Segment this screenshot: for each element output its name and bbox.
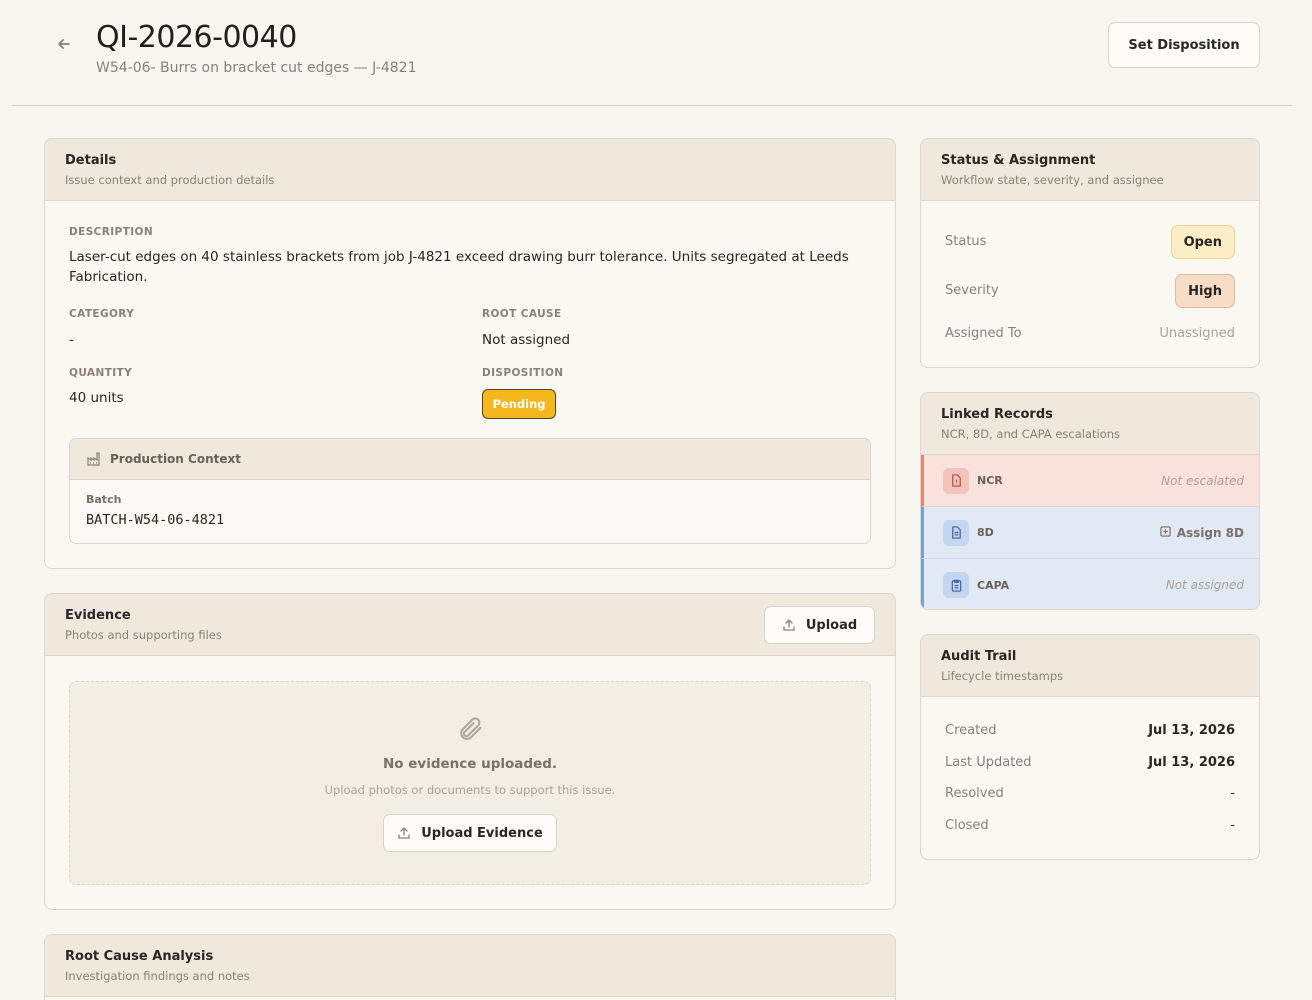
assign-8d-button[interactable]: Assign 8D xyxy=(1160,526,1244,540)
linked-records-title: Linked Records xyxy=(941,407,1053,422)
assign-8d-label: Assign 8D xyxy=(1176,525,1244,540)
page-subtitle: W54-06- Burrs on bracket cut edges — J-4… xyxy=(96,60,417,76)
production-context-title: Production Context xyxy=(110,452,241,466)
upload-evidence-button[interactable]: Upload Evidence xyxy=(383,814,557,852)
linked-record-capa[interactable]: CAPA Not assigned xyxy=(921,559,1259,609)
assigned-to-value: Unassigned xyxy=(1159,326,1235,341)
linked-record-8d[interactable]: 8D Assign 8D xyxy=(921,507,1259,559)
created-label: Created xyxy=(945,723,997,738)
description-text: Laser-cut edges on 40 stainless brackets… xyxy=(69,249,849,285)
ncr-label: NCR xyxy=(977,474,1003,487)
root-cause-analysis-title: Root Cause Analysis xyxy=(65,949,214,964)
production-context-header: Production Context xyxy=(70,439,870,480)
back-arrow-icon[interactable] xyxy=(54,34,74,54)
details-card: Details Issue context and production det… xyxy=(44,138,896,569)
no-evidence-title: No evidence uploaded. xyxy=(382,756,558,772)
page-header: QI-2026-0040 W54-06- Burrs on bracket cu… xyxy=(0,0,1312,106)
created-value: Jul 13, 2026 xyxy=(1148,723,1235,738)
batch-value: BATCH-W54-06-4821 xyxy=(86,512,225,528)
batch-label: Batch xyxy=(86,493,122,506)
clipboard-icon xyxy=(943,572,969,598)
upload-button[interactable]: Upload xyxy=(764,606,875,644)
status-assignment-title: Status & Assignment xyxy=(941,153,1096,168)
category-label: Category xyxy=(69,308,135,320)
linked-record-ncr[interactable]: NCR Not escalated xyxy=(921,455,1259,507)
linked-records-header: Linked Records NCR, 8D, and CAPA escalat… xyxy=(921,393,1259,455)
set-disposition-button[interactable]: Set Disposition xyxy=(1108,22,1260,68)
upload-icon xyxy=(782,618,796,632)
root-cause-label: Root Cause xyxy=(482,308,562,320)
root-cause-analysis-subtitle: Investigation findings and notes xyxy=(65,969,250,983)
evidence-card-header: Evidence Photos and supporting files Upl… xyxy=(45,594,895,656)
capa-label: CAPA xyxy=(977,578,1010,592)
root-cause-value: Not assigned xyxy=(482,332,571,348)
audit-trail-header: Audit Trail Lifecycle timestamps xyxy=(921,635,1259,697)
production-context-panel: Production Context Batch BATCH-W54-06-48… xyxy=(69,438,871,544)
disposition-status-badge: Pending xyxy=(482,389,556,419)
details-title: Details xyxy=(65,153,117,168)
last-updated-value: Jul 13, 2026 xyxy=(1148,755,1235,770)
evidence-card: Evidence Photos and supporting files Upl… xyxy=(44,593,896,910)
assigned-to-label: Assigned To xyxy=(945,326,1022,341)
severity-label: Severity xyxy=(945,283,999,298)
resolved-label: Resolved xyxy=(945,786,1004,801)
upload-button-label: Upload xyxy=(805,617,858,633)
status-assignment-subtitle: Workflow state, severity, and assignee xyxy=(941,173,1164,187)
audit-trail-subtitle: Lifecycle timestamps xyxy=(941,669,1064,683)
plus-square-icon xyxy=(1160,525,1171,540)
details-subtitle: Issue context and production details xyxy=(65,173,275,187)
category-value: - xyxy=(69,332,74,348)
evidence-dropzone[interactable]: No evidence uploaded. Upload photos or d… xyxy=(69,681,871,885)
document-warning-icon xyxy=(943,467,969,494)
severity-badge: High xyxy=(1175,274,1235,308)
page-title: QI-2026-0040 xyxy=(96,20,297,55)
factory-icon xyxy=(87,452,101,466)
linked-records-card: Linked Records NCR, 8D, and CAPA escalat… xyxy=(920,392,1260,610)
capa-state: Not assigned xyxy=(1165,578,1244,592)
closed-label: Closed xyxy=(945,818,989,833)
8d-label: 8D xyxy=(977,526,994,539)
header-divider xyxy=(12,105,1292,106)
audit-trail-title: Audit Trail xyxy=(941,649,1017,664)
status-assignment-header: Status & Assignment Workflow state, seve… xyxy=(921,139,1259,201)
paperclip-icon xyxy=(456,714,484,744)
audit-trail-card: Audit Trail Lifecycle timestamps Created… xyxy=(920,634,1260,860)
ncr-state: Not escalated xyxy=(1161,473,1244,488)
evidence-subtitle: Photos and supporting files xyxy=(65,628,222,642)
document-icon xyxy=(943,519,969,546)
details-card-header: Details Issue context and production det… xyxy=(45,139,895,201)
root-cause-analysis-header: Root Cause Analysis Investigation findin… xyxy=(45,935,895,997)
linked-records-subtitle: NCR, 8D, and CAPA escalations xyxy=(941,427,1121,441)
status-label: Status xyxy=(945,234,987,249)
root-cause-analysis-card: Root Cause Analysis Investigation findin… xyxy=(44,934,896,1000)
disposition-label: Disposition xyxy=(482,367,564,379)
description-label: Description xyxy=(69,226,154,238)
upload-icon xyxy=(397,826,411,840)
quantity-value: 40 units xyxy=(69,390,124,406)
status-badge: Open xyxy=(1170,225,1235,259)
evidence-title: Evidence xyxy=(65,608,131,623)
closed-value: - xyxy=(1230,818,1235,833)
last-updated-label: Last Updated xyxy=(945,755,1032,770)
status-assignment-card: Status & Assignment Workflow state, seve… xyxy=(920,138,1260,368)
resolved-value: - xyxy=(1230,786,1235,801)
quantity-label: Quantity xyxy=(69,367,133,379)
no-evidence-subtitle: Upload photos or documents to support th… xyxy=(324,783,616,797)
upload-evidence-label: Upload Evidence xyxy=(421,825,543,841)
